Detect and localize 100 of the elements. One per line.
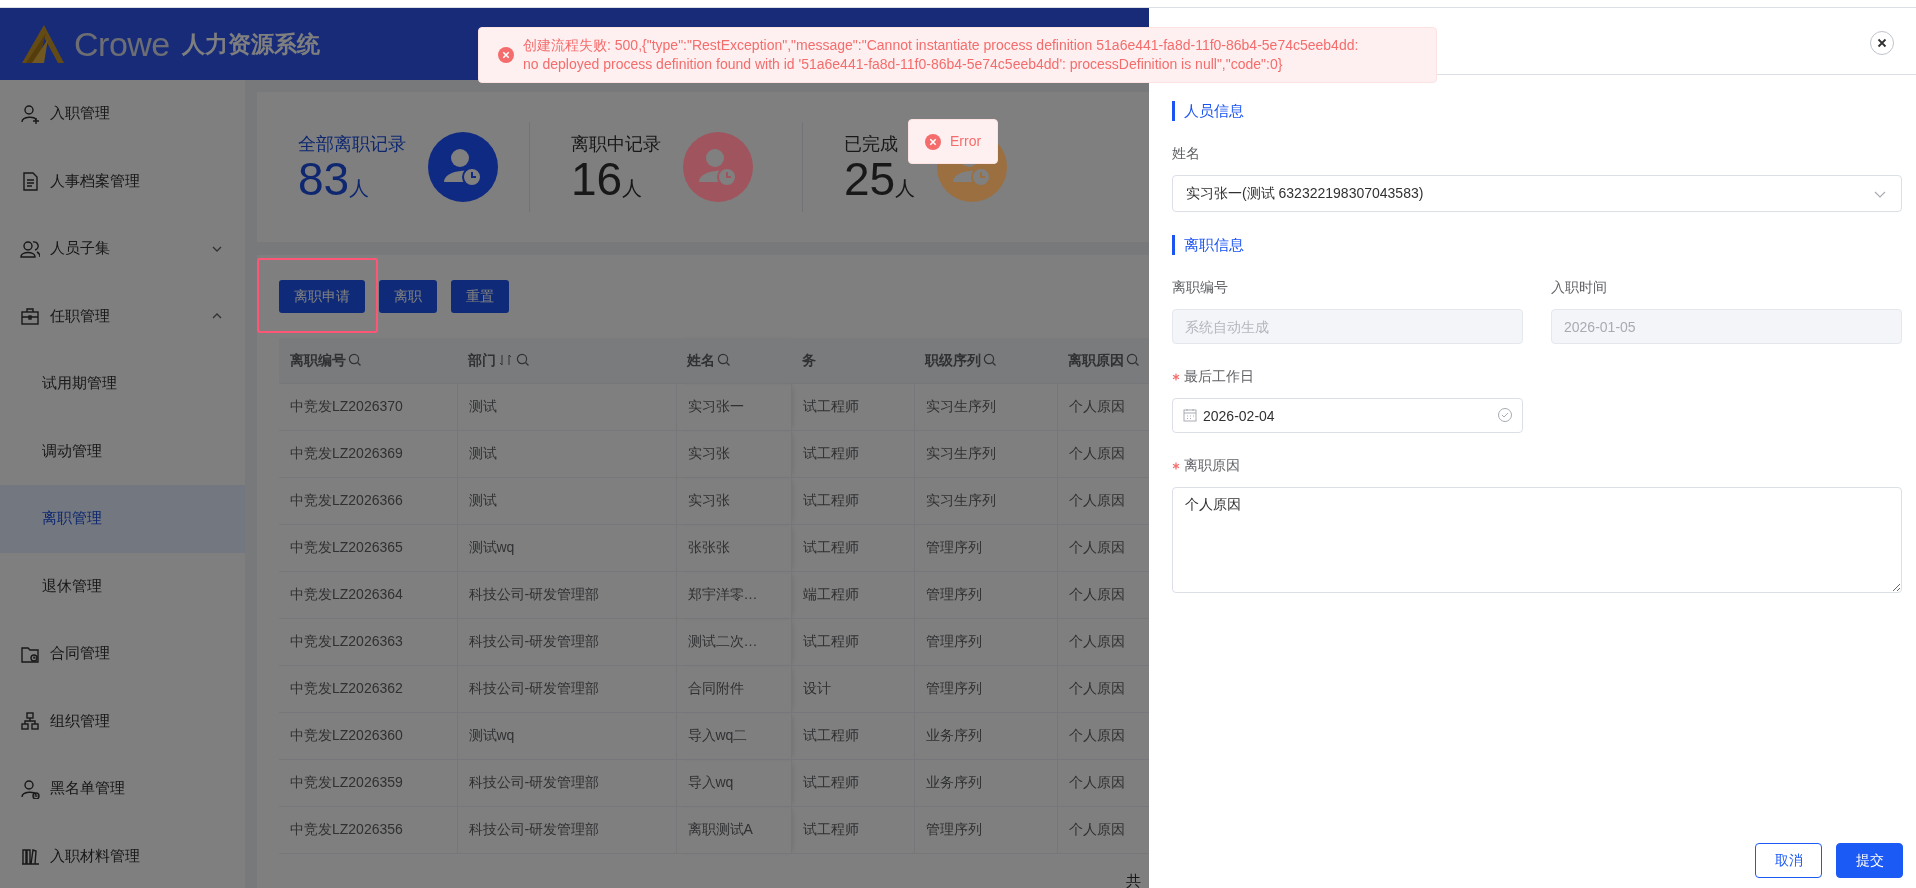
field-label: 离职编号 <box>1172 279 1228 297</box>
cancel-button[interactable]: 取消 <box>1755 843 1822 878</box>
textarea-field[interactable]: 个人原因 <box>1172 487 1902 593</box>
pagination-text: 共 <box>1126 872 1141 888</box>
stat-value: 83 <box>298 153 350 205</box>
table-cell: 实习张 <box>676 430 791 478</box>
column-header[interactable]: 职级序列 <box>914 338 1057 384</box>
table-cell: 测试 <box>457 430 676 478</box>
table-cell: 设计 <box>791 665 914 713</box>
sidebar-item[interactable]: 合同管理 <box>0 620 245 688</box>
section-title: 离职信息 <box>1172 235 1902 255</box>
sidebar-item[interactable]: 调动管理 <box>0 417 245 485</box>
sidebar-item[interactable]: 入职材料管理 <box>0 822 245 888</box>
error-icon <box>498 47 514 63</box>
table-cell: 中竞发LZ2026360 <box>279 712 457 760</box>
table-cell: 业务序列 <box>914 759 1057 807</box>
toast-message: Error <box>950 132 982 151</box>
stat-value: 16 <box>571 153 623 205</box>
toolbar-button[interactable]: 重置 <box>451 280 509 313</box>
table-cell: 科技公司-研发管理部 <box>457 759 676 807</box>
table-cell: 测试 <box>457 383 676 431</box>
table-cell: 张张张 <box>676 524 791 572</box>
date-field[interactable]: 2026-02-04 <box>1172 398 1523 433</box>
check-circle-icon <box>1497 407 1513 423</box>
table-cell: 测试wq <box>457 524 676 572</box>
sidebar-item[interactable]: 试用期管理 <box>0 350 245 418</box>
calendar-icon <box>1183 408 1197 422</box>
field-label: 入职时间 <box>1551 279 1607 297</box>
table-cell: 实习生序列 <box>914 383 1057 431</box>
person-plus-icon <box>20 103 40 124</box>
column-header[interactable]: 部门 <box>457 338 676 384</box>
table-cell: 测试wq <box>457 712 676 760</box>
stat-unit: 人 <box>622 177 643 199</box>
column-header[interactable]: 离职原因 <box>1057 338 1149 384</box>
table-cell: 业务序列 <box>914 712 1057 760</box>
table-cell: 端工程师 <box>791 571 914 619</box>
stat-unit: 人 <box>895 177 916 199</box>
table-cell: 试工程师 <box>791 524 914 572</box>
sidebar-item[interactable]: 人员子集 <box>0 215 245 283</box>
briefcase-icon <box>20 306 40 327</box>
books-icon <box>20 846 40 867</box>
toolbar-button[interactable]: 离职 <box>379 280 437 313</box>
table-cell: 中竞发LZ2026359 <box>279 759 457 807</box>
select-field[interactable]: 实习张一(测试 632322198307043583) <box>1172 175 1902 212</box>
table-cell: 实习张一 <box>676 383 791 431</box>
close-button[interactable] <box>1870 31 1894 55</box>
table-cell: 试工程师 <box>791 477 914 525</box>
table-cell: 实习生序列 <box>914 430 1057 478</box>
table-cell: 科技公司-研发管理部 <box>457 806 676 854</box>
table-cell: 管理序列 <box>914 524 1057 572</box>
sidebar-item[interactable]: 人事档案管理 <box>0 147 245 215</box>
table-cell: 试工程师 <box>791 759 914 807</box>
table-cell: 管理序列 <box>914 571 1057 619</box>
field-label: 离职原因 <box>1184 457 1240 475</box>
table-cell: 中竞发LZ2026365 <box>279 524 457 572</box>
table-cell: 管理序列 <box>914 665 1057 713</box>
stat-unit: 人 <box>349 177 370 199</box>
table-cell: 试工程师 <box>791 383 914 431</box>
submit-button[interactable]: 提交 <box>1836 843 1903 878</box>
table-cell: 郑宇洋零… <box>676 571 791 619</box>
column-header[interactable]: 务 <box>791 338 914 384</box>
sidebar-item[interactable]: 任职管理 <box>0 282 245 350</box>
table-cell: 中竞发LZ2026364 <box>279 571 457 619</box>
error-icon <box>925 133 941 150</box>
table-cell: 试工程师 <box>791 806 914 854</box>
field-label: 姓名 <box>1172 145 1200 163</box>
column-header[interactable]: 离职编号 <box>279 338 457 384</box>
table-cell: 导入wq <box>676 759 791 807</box>
table-cell: 试工程师 <box>791 618 914 666</box>
table-cell: 测试二次… <box>676 618 791 666</box>
toolbar-button[interactable]: 离职申请 <box>279 280 365 313</box>
table-cell: 中竞发LZ2026366 <box>279 477 457 525</box>
document-icon <box>20 171 40 192</box>
table-cell: 试工程师 <box>791 430 914 478</box>
table-cell: 中竞发LZ2026356 <box>279 806 457 854</box>
table-cell: 实习张 <box>676 477 791 525</box>
table-cell: 中竞发LZ2026362 <box>279 665 457 713</box>
table-cell: 试工程师 <box>791 712 914 760</box>
section-title: 人员信息 <box>1172 101 1902 121</box>
org-chart-icon <box>20 711 40 732</box>
logo-text: Crowe <box>74 24 170 64</box>
table-cell: 管理序列 <box>914 618 1057 666</box>
table-cell: 测试 <box>457 477 676 525</box>
table-cell: 中竞发LZ2026369 <box>279 430 457 478</box>
stat-label[interactable]: 离职中记录 <box>571 132 661 156</box>
table-cell: 科技公司-研发管理部 <box>457 618 676 666</box>
people-icon <box>20 238 40 259</box>
app-title: 人力资源系统 <box>181 29 320 59</box>
column-header[interactable]: 姓名 <box>676 338 791 384</box>
sidebar-item[interactable]: 黑名单管理 <box>0 755 245 823</box>
sidebar-item[interactable]: 离职管理 <box>0 485 245 553</box>
table-cell: 科技公司-研发管理部 <box>457 665 676 713</box>
stat-label[interactable]: 全部离职记录 <box>298 132 406 156</box>
stat-value: 25 <box>844 153 896 205</box>
table-cell: 科技公司-研发管理部 <box>457 571 676 619</box>
table-cell: 实习生序列 <box>914 477 1057 525</box>
table-cell: 合同附件 <box>676 665 791 713</box>
table-cell: 中竞发LZ2026363 <box>279 618 457 666</box>
sidebar-item[interactable]: 组织管理 <box>0 687 245 755</box>
sidebar-item[interactable]: 入职管理 <box>0 80 245 148</box>
